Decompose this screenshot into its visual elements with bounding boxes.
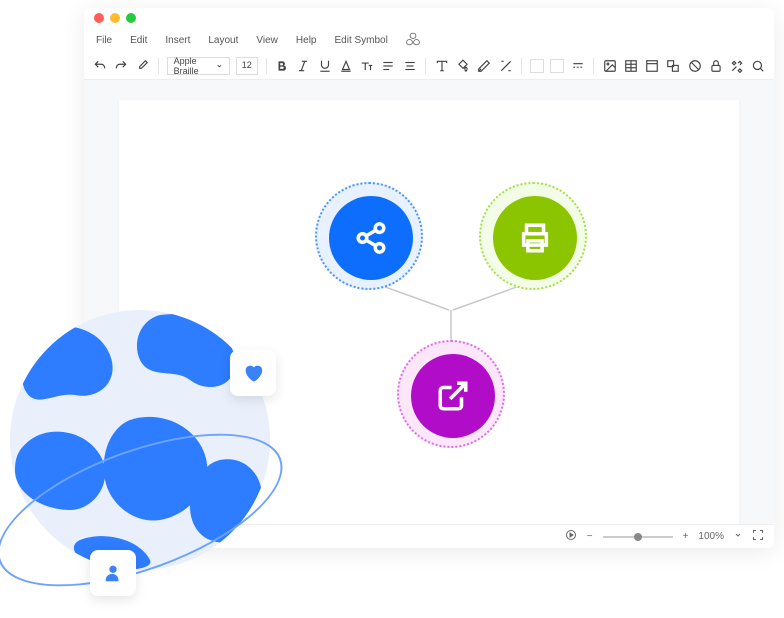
share-node[interactable] (315, 182, 423, 290)
share-node-circle (329, 196, 413, 280)
heart-icon (242, 362, 264, 384)
zoom-slider-thumb[interactable] (634, 533, 642, 541)
window-close-button[interactable] (94, 13, 104, 23)
connector-tool-button[interactable] (498, 57, 513, 75)
text-size-button[interactable] (360, 57, 375, 75)
external-link-icon (436, 379, 470, 413)
heart-chip (230, 350, 276, 396)
fill-color-button[interactable] (456, 57, 471, 75)
external-link-node-circle (411, 354, 495, 438)
print-icon (518, 221, 552, 255)
zoom-slider[interactable] (603, 536, 673, 538)
toolbar-separator (425, 58, 426, 74)
insert-table-button[interactable] (623, 57, 638, 75)
globe-illustration (0, 300, 290, 600)
underline-button[interactable] (317, 57, 332, 75)
font-family-value: Apple Braille (174, 56, 216, 76)
cancel-edit-button[interactable] (687, 57, 702, 75)
insert-container-button[interactable] (645, 57, 660, 75)
zoom-in-button[interactable]: + (683, 531, 689, 542)
pen-tool-button[interactable] (477, 57, 492, 75)
window-minimize-button[interactable] (110, 13, 120, 23)
window-titlebar (84, 8, 774, 28)
menu-layout[interactable]: Layout (208, 35, 238, 46)
search-button[interactable] (751, 57, 766, 75)
redo-button[interactable] (113, 57, 128, 75)
toolbar: Apple Braille 12 (84, 53, 774, 80)
presentation-mode-button[interactable] (565, 529, 577, 544)
arrange-button[interactable] (666, 57, 681, 75)
menu-file[interactable]: File (96, 35, 112, 46)
zoom-value[interactable]: 100% (698, 531, 724, 542)
format-painter-button[interactable] (135, 57, 150, 75)
italic-button[interactable] (296, 57, 311, 75)
toolbar-separator (593, 58, 594, 74)
window-maximize-button[interactable] (126, 13, 136, 23)
menu-edit[interactable]: Edit (130, 35, 147, 46)
menubar: File Edit Insert Layout View Help Edit S… (84, 28, 774, 53)
align-vertical-button[interactable] (402, 57, 417, 75)
print-node[interactable] (479, 182, 587, 290)
font-color-button[interactable] (338, 57, 353, 75)
menu-insert[interactable]: Insert (165, 35, 190, 46)
insert-image-button[interactable] (602, 57, 617, 75)
app-brand-icon (406, 32, 420, 49)
toolbar-separator (521, 58, 522, 74)
bold-button[interactable] (275, 57, 290, 75)
menu-edit-symbol[interactable]: Edit Symbol (334, 35, 387, 46)
external-link-node[interactable] (397, 340, 505, 448)
share-icon (354, 221, 388, 255)
fill-color-swatch[interactable] (550, 59, 564, 73)
text-tool-button[interactable] (434, 57, 449, 75)
lock-button[interactable] (708, 57, 723, 75)
font-size-select[interactable]: 12 (236, 57, 258, 75)
person-icon (102, 562, 124, 584)
person-chip (90, 550, 136, 596)
menu-view[interactable]: View (256, 35, 278, 46)
align-horizontal-button[interactable] (381, 57, 396, 75)
fullscreen-button[interactable] (752, 529, 764, 544)
line-style-button[interactable] (570, 57, 585, 75)
toolbar-separator (158, 58, 159, 74)
zoom-out-button[interactable]: − (587, 531, 593, 542)
line-color-swatch[interactable] (530, 59, 544, 73)
undo-button[interactable] (92, 57, 107, 75)
toolbar-separator (266, 58, 267, 74)
print-node-circle (493, 196, 577, 280)
tools-button[interactable] (730, 57, 745, 75)
font-family-select[interactable]: Apple Braille (167, 57, 230, 75)
zoom-dropdown-icon[interactable] (734, 531, 742, 542)
menu-help[interactable]: Help (296, 35, 317, 46)
